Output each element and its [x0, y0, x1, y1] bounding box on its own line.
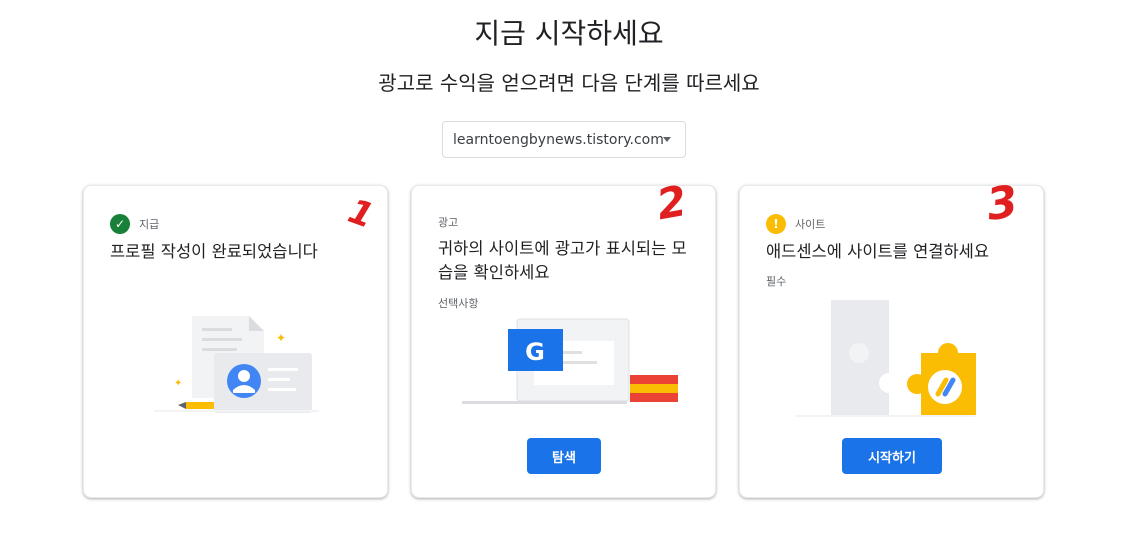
page-title: 지금 시작하세요 [474, 17, 664, 50]
explore-button[interactable]: 탐색 [527, 438, 601, 474]
card-tag-label: 광고 [438, 216, 459, 229]
card-optional-label: 선택사항 [438, 297, 479, 310]
ad-preview-illustration: G [462, 318, 678, 404]
card-tag: 광고 [438, 214, 458, 230]
card-payment: ✓ 지급 프로필 작성이 완료되었습니다 ✦ ✦ 1 [83, 185, 388, 498]
card-tag: ✓ 지급 [110, 214, 159, 234]
svg-text:G: G [525, 338, 545, 366]
card-heading: 프로필 작성이 완료되었습니다 [110, 242, 318, 261]
check-icon: ✓ [110, 214, 130, 234]
site-selector-value: learntoengbynews.tistory.com [453, 131, 664, 148]
card-tag-label: 지급 [139, 218, 160, 231]
card-tag-label: 사이트 [795, 218, 826, 231]
card-site: ! 사이트 애드센스에 사이트를 연결하세요 필수 시작하기 3 [739, 176, 1044, 498]
warning-icon: ! [766, 214, 786, 234]
dropdown-caret-icon [663, 137, 671, 142]
card-ads: 광고 귀하의 사이트에 광고가 표시되는 모습을 확인하세요 선택사항 G 탐색… [411, 176, 716, 498]
page-subtitle: 광고로 수익을 얻으려면 다음 단계를 따르세요 [378, 71, 760, 95]
annotation-step-2: 2 [652, 175, 691, 230]
site-selector-dropdown[interactable]: learntoengbynews.tistory.com [442, 121, 686, 158]
svg-text:✦: ✦ [276, 331, 286, 345]
annotation-step-1: 1 [342, 191, 379, 237]
puzzle-illustration [795, 300, 976, 417]
get-started-button[interactable]: 시작하기 [842, 438, 942, 474]
annotation-step-3: 3 [983, 176, 1022, 231]
card-heading: 애드센스에 사이트를 연결하세요 [766, 242, 990, 261]
card-required-label: 필수 [766, 275, 787, 288]
svg-text:✦: ✦ [174, 378, 182, 389]
card-tag: ! 사이트 [766, 214, 825, 234]
profile-illustration: ✦ ✦ [154, 316, 319, 413]
card-heading: 귀하의 사이트에 광고가 표시되는 모습을 확인하세요 [438, 239, 687, 282]
